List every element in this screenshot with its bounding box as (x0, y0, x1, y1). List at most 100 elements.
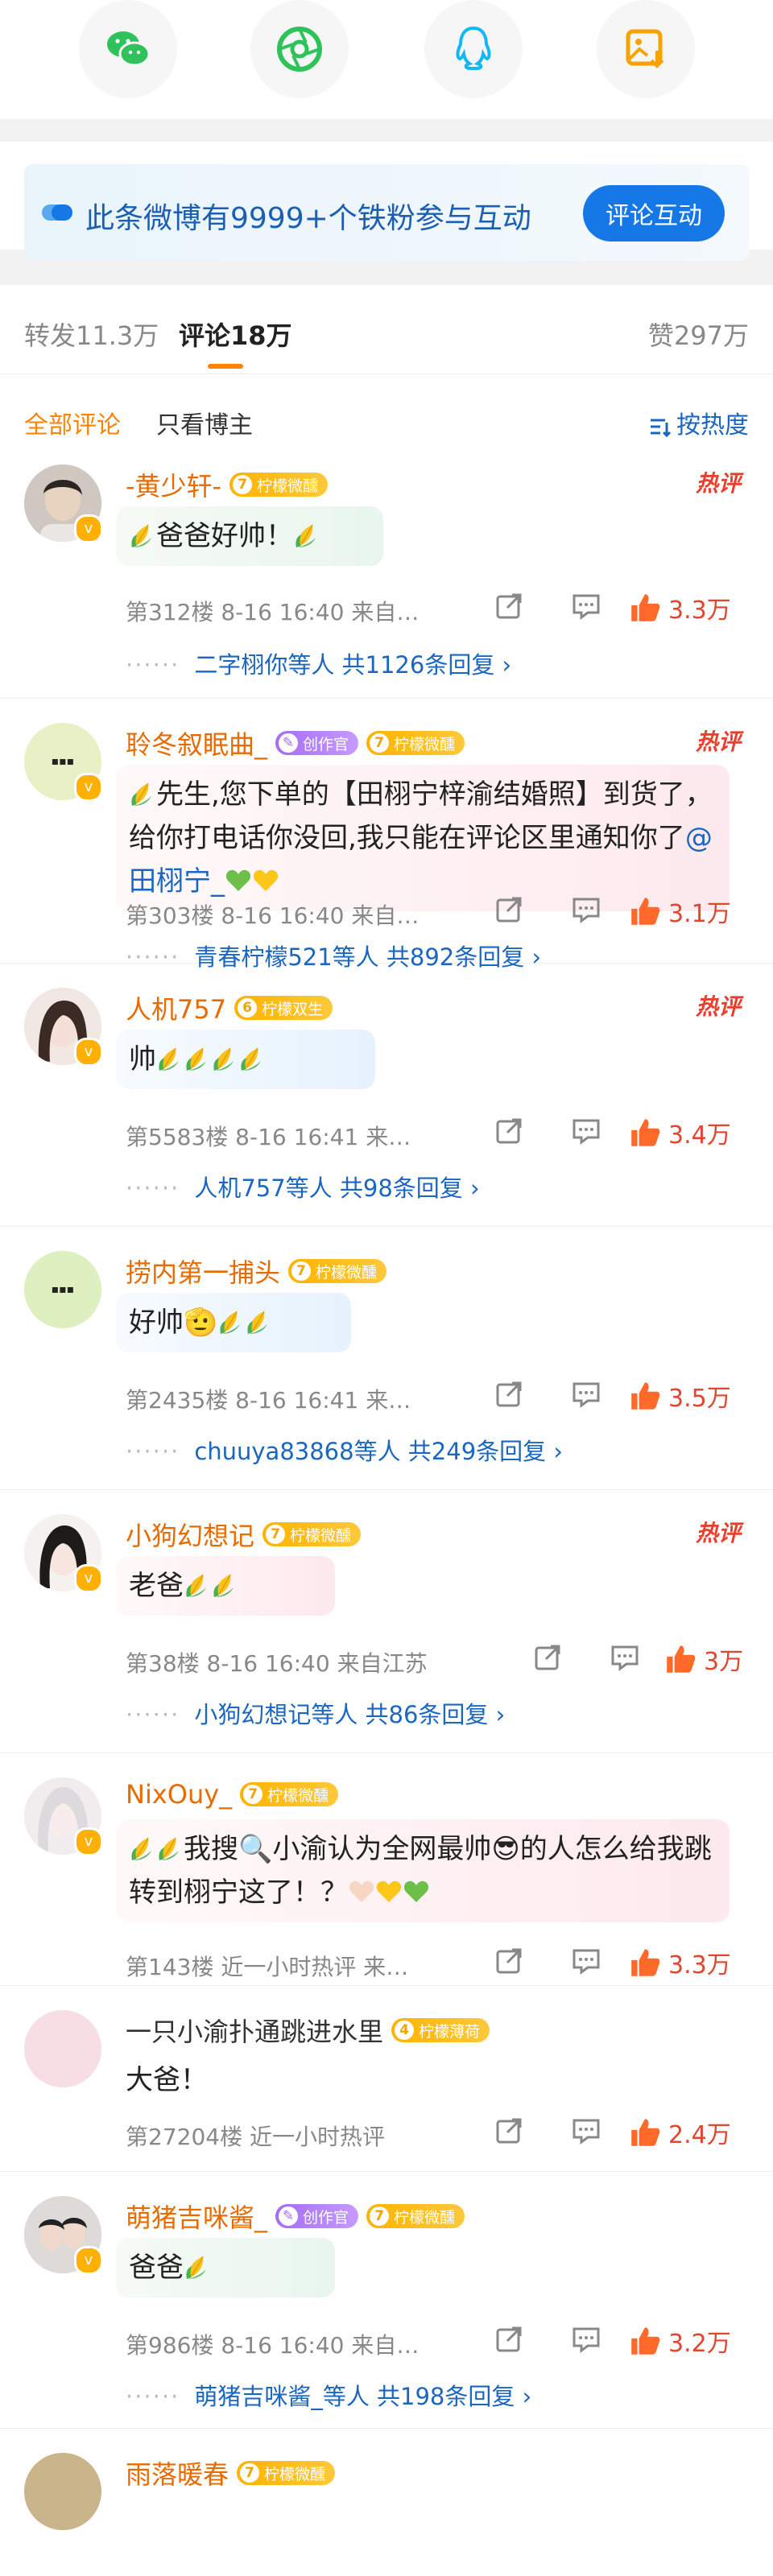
corn-emoji-icon (156, 1045, 184, 1072)
thumbs-up-icon (628, 2324, 662, 2358)
like-comment-button[interactable]: 3.3万 (628, 590, 749, 625)
comment-meta: 第312楼 8-16 16:40 来自… (126, 599, 420, 625)
replies-thread-link[interactable]: ······ chuuya83868等人 共249条回复 › (126, 1433, 563, 1467)
creator-badge[interactable]: ✎ 创作官 (275, 731, 359, 755)
corn-emoji-icon (238, 1045, 266, 1072)
reply-comment-button[interactable] (570, 1115, 602, 1147)
share-comment-button[interactable] (531, 1641, 564, 1674)
sunglasses-emoji-icon: 😎 (491, 1833, 520, 1865)
reply-icon (609, 1641, 641, 1674)
filter-all-comments[interactable]: 全部评论 (24, 405, 121, 440)
verified-badge-icon: v (74, 2246, 103, 2275)
share-comment-button[interactable] (493, 1378, 525, 1410)
comment-text: 我搜🔍小渝认为全网最帅😎的人怎么给我跳转到栩宁这了！？ (116, 1819, 730, 1922)
comment-username[interactable]: -黄少轩- (126, 466, 221, 503)
verified-badge-icon: v (74, 1827, 103, 1856)
comment-meta: 第2435楼 8-16 16:41 来… (126, 1387, 411, 1414)
comment-username[interactable]: 聆冬叙眠曲_ (126, 724, 267, 762)
sort-by-hot-button[interactable]: 按热度 (649, 405, 749, 440)
comment-meta: 第38楼 8-16 16:40 来自江苏 (126, 1650, 428, 1677)
fan-badge[interactable]: 7 柠檬微醺 (366, 2204, 465, 2228)
like-comment-button[interactable]: 2.4万 (628, 2115, 749, 2150)
hot-comment-badge: 热评 (695, 1520, 741, 1546)
share-wechat-button[interactable] (79, 0, 177, 98)
fan-badge[interactable]: 6 柠檬双生 (234, 996, 333, 1020)
fan-badge[interactable]: 7 柠檬微醺 (366, 731, 465, 755)
fan-badge[interactable]: 7 柠檬微醺 (237, 2461, 336, 2485)
comment-item: v NixOuy_ 7 柠檬微醺 我搜🔍小渝认为全网最帅😎的人怎么给我跳转到栩宁这… (0, 1753, 773, 1986)
share-comment-button[interactable] (493, 2115, 525, 2147)
like-comment-button[interactable]: 3.4万 (628, 1115, 749, 1150)
thumbs-up-icon (628, 894, 662, 928)
share-comment-button[interactable] (493, 894, 525, 926)
corn-emoji-icon (129, 522, 156, 549)
like-comment-button[interactable]: 3.5万 (628, 1378, 749, 1414)
replies-thread-link[interactable]: ······ 二字栩你等人 共1126条回复 › (126, 646, 511, 680)
comment-filters: 全部评论 只看博主 按热度 (0, 374, 773, 464)
corn-emoji-icon (211, 1045, 238, 1072)
comment-username[interactable]: 小狗幻想记 (126, 1516, 254, 1553)
save-image-button[interactable] (597, 0, 695, 98)
like-comment-button[interactable]: 3.1万 (628, 894, 749, 929)
comment-meta: 第27204楼 近一小时热评 (126, 2124, 385, 2150)
comment-username[interactable]: 一只小渝扑通跳进水里 (126, 2012, 383, 2049)
reply-comment-button[interactable] (570, 1378, 602, 1410)
avatar[interactable]: ▪▪▪ (24, 1251, 101, 1328)
comment-username[interactable]: 雨落暖春 (126, 2454, 229, 2491)
magnifier-emoji-icon: 🔍 (238, 1833, 273, 1865)
like-comment-button[interactable]: 3.3万 (628, 1945, 749, 1980)
comment-item: 一只小渝扑通跳进水里 4 柠檬薄荷 大爸！ 第27204楼 近一小时热评 2.4万 (0, 1986, 773, 2172)
replies-thread-link[interactable]: ······ 人机757等人 共98条回复 › (126, 1170, 480, 1203)
corn-emoji-icon (184, 1045, 211, 1072)
comment-interact-button[interactable]: 评论互动 (583, 185, 725, 242)
replies-thread-link[interactable]: ······ 小狗幻想记等人 共86条回复 › (126, 1696, 505, 1730)
filter-author-only[interactable]: 只看博主 (156, 405, 253, 440)
creator-badge[interactable]: ✎ 创作官 (275, 2204, 359, 2228)
yellow-heart-icon (252, 867, 279, 894)
like-comment-button[interactable]: 3.2万 (628, 2323, 749, 2359)
avatar[interactable] (24, 2453, 101, 2530)
share-qq-button[interactable] (424, 0, 523, 98)
fan-badge[interactable]: 4 柠檬薄荷 (391, 2018, 490, 2042)
share-icon (493, 590, 525, 622)
share-comment-button[interactable] (493, 1945, 525, 1977)
thumbs-up-icon (628, 2116, 662, 2149)
green-heart-icon (225, 867, 252, 894)
share-comment-button[interactable] (493, 590, 525, 622)
tab-repost[interactable]: 转发11.3万 (24, 316, 159, 353)
like-count: 2.4万 (668, 2121, 731, 2149)
reply-comment-button[interactable] (570, 2323, 602, 2355)
interaction-banner: 此条微博有9999+个铁粉参与互动 评论互动 (24, 164, 749, 261)
comment-username[interactable]: 捞内第一捕头 (126, 1253, 280, 1290)
replies-thread-link[interactable]: ······ 萌猪吉咪酱_等人 共198条回复 › (126, 2378, 531, 2412)
share-comment-button[interactable] (493, 2323, 525, 2355)
reply-comment-button[interactable] (570, 590, 602, 622)
heart-hands-icon (348, 1878, 375, 1905)
share-moments-button[interactable] (250, 0, 349, 98)
fan-badge[interactable]: 7 柠檬微醺 (240, 1782, 339, 1806)
avatar[interactable] (24, 2010, 101, 2087)
tab-likes[interactable]: 赞297万 (648, 316, 749, 353)
fan-badge[interactable]: 7 柠檬微醺 (262, 1522, 362, 1546)
qq-icon (456, 26, 491, 70)
salute-emoji-icon: 🫡 (184, 1307, 218, 1339)
reply-comment-button[interactable] (570, 894, 602, 926)
fan-badge[interactable]: 7 柠檬微醺 (288, 1259, 387, 1283)
reply-comment-button[interactable] (570, 2115, 602, 2147)
share-icon (493, 2115, 525, 2147)
comment-username[interactable]: NixOuy_ (126, 1779, 232, 1810)
wechat-icon (107, 31, 151, 67)
share-icon (493, 894, 525, 926)
comment-item: v 人机757 6 柠檬双生 热评 帅 第5583楼 8-16 16:41 来… … (0, 964, 773, 1227)
comment-username[interactable]: 人机757 (126, 989, 226, 1026)
sort-icon (651, 419, 672, 437)
comment-username[interactable]: 萌猪吉咪酱_ (126, 2198, 267, 2235)
like-comment-button[interactable]: 3万 (663, 1641, 749, 1677)
tab-comments[interactable]: 评论18万 (179, 316, 292, 353)
corn-emoji-icon (156, 1835, 184, 1862)
fan-badge[interactable]: 7 柠檬微醺 (229, 473, 329, 497)
share-targets (0, 0, 773, 119)
reply-comment-button[interactable] (570, 1945, 602, 1977)
share-comment-button[interactable] (493, 1115, 525, 1147)
reply-comment-button[interactable] (609, 1641, 641, 1674)
